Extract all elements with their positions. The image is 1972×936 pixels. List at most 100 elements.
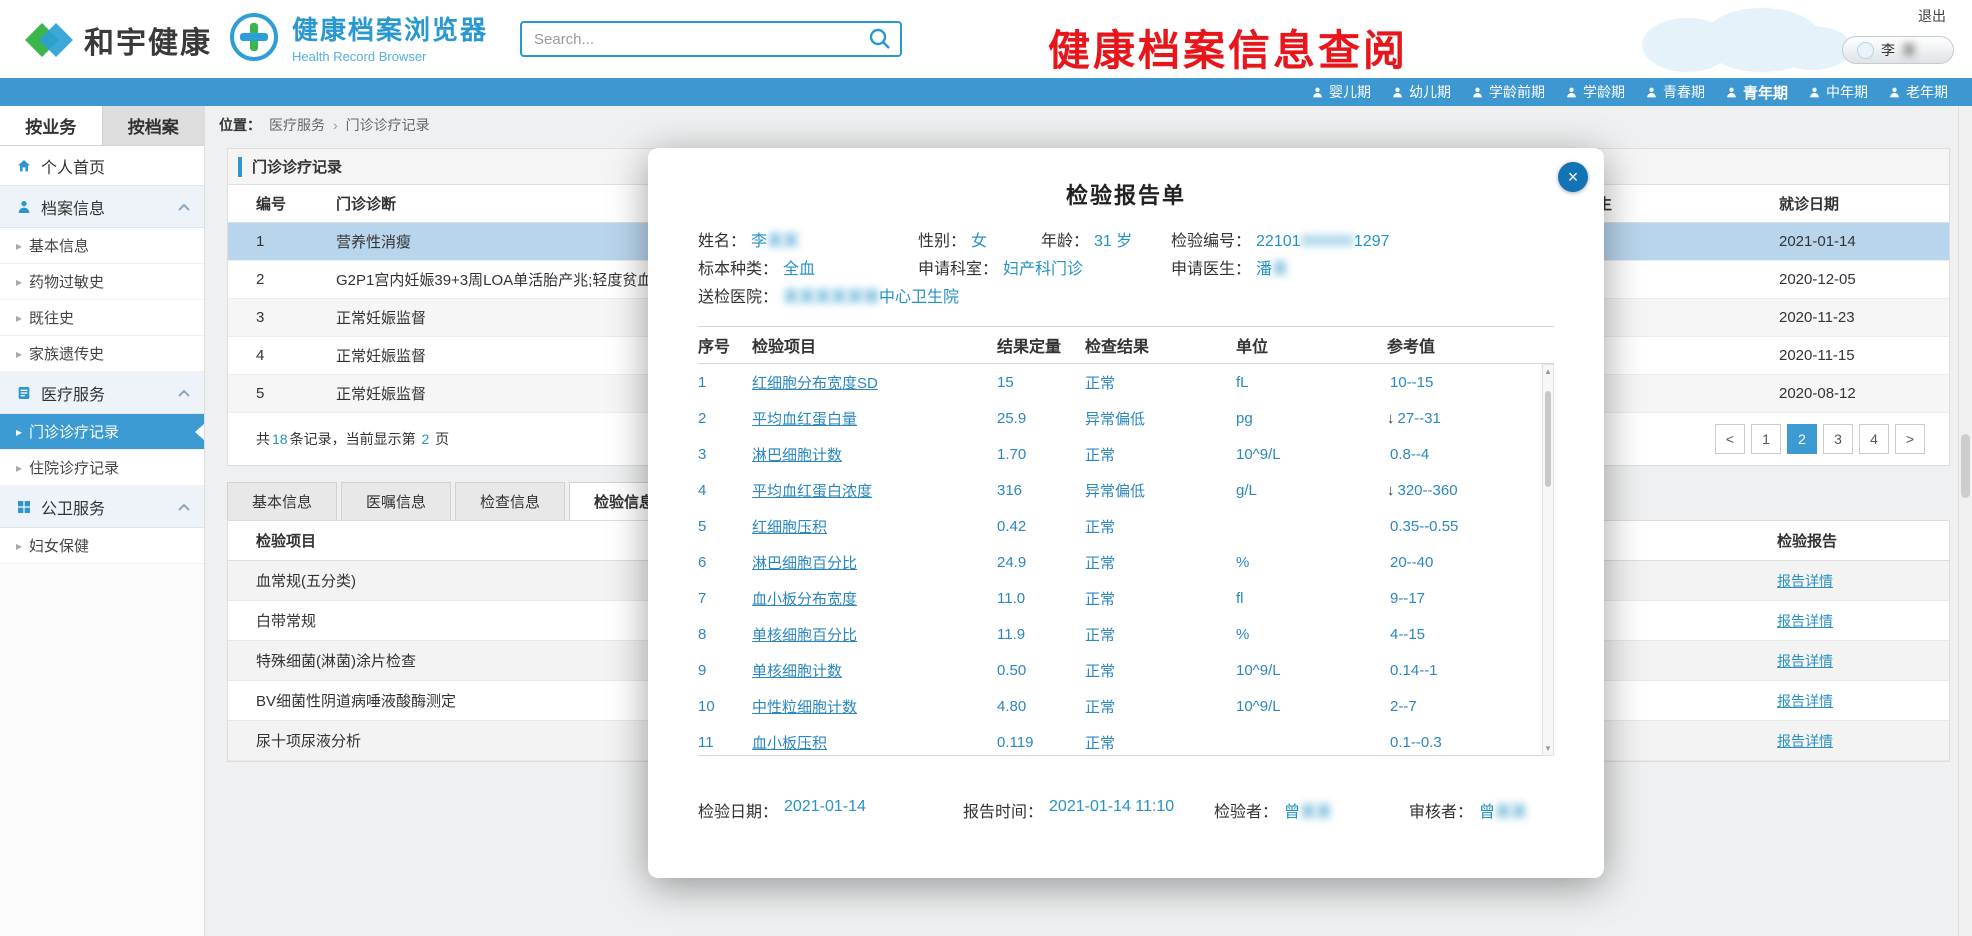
report-detail-link[interactable]: 报告详情 [1777,651,1949,671]
sidebar-group-public-health[interactable]: 公卫服务 [0,486,204,528]
tab-basic-info[interactable]: 基本信息 [227,482,337,520]
agebar-item-adolescent[interactable]: 青春期 [1645,82,1705,102]
sidebar-item-women-health[interactable]: 妇女保健 [0,528,204,564]
test-no: 22101 [1256,233,1301,250]
lab-result-row: 1 红细胞分布宽度SD 15 正常 fL 10--15 [698,364,1554,400]
result-seq: 6 [698,554,752,571]
search-icon[interactable] [868,27,892,51]
record-count-summary: 共18条记录，当前显示第 2 页 [256,429,449,449]
sidebar-group-archive-info[interactable]: 档案信息 [0,186,204,228]
sidebar-group-medical-service[interactable]: 医疗服务 [0,372,204,414]
scrollbar-thumb[interactable] [1961,434,1970,498]
result-item-link[interactable]: 血小板压积 [752,732,997,753]
result-item-link[interactable]: 平均血红蛋白量 [752,408,997,429]
agebar-item-youth[interactable]: 青年期 [1725,82,1788,103]
page-3-button[interactable]: 3 [1823,424,1853,454]
scroll-down-icon[interactable]: ▼ [1543,744,1553,753]
modal-scrollbar[interactable]: ▲ ▼ [1542,364,1554,756]
report-detail-link[interactable]: 报告详情 [1777,571,1949,591]
scroll-up-icon[interactable]: ▲ [1543,367,1553,376]
sidebar-item-outpatient-records[interactable]: 门诊诊疗记录 [0,414,204,450]
close-icon[interactable]: × [1558,162,1588,192]
page-prev-button[interactable]: < [1715,424,1745,454]
auditor-label: 审核者： [1409,798,1473,822]
scrollbar-thumb[interactable] [1545,391,1551,487]
lab-result-row: 7 血小板分布宽度 11.0 正常 fl 9--17 [698,580,1554,616]
search-input[interactable] [534,31,868,48]
agebar-item-school[interactable]: 学龄期 [1565,82,1625,102]
tester-name: 曾 [1284,804,1300,821]
grid-icon [16,499,32,515]
user-name-blurred: 某 [1902,40,1916,60]
result-unit: pg [1236,410,1387,427]
annotation-text: 健康档案信息查阅 [1048,17,1408,78]
result-item-link[interactable]: 淋巴细胞百分比 [752,552,997,573]
page-4-button[interactable]: 4 [1859,424,1889,454]
hospital-blurred: 某某某某某镇 [783,289,879,306]
result-reference: 4--15 [1390,626,1425,643]
result-unit: 10^9/L [1236,698,1387,715]
report-detail-link[interactable]: 报告详情 [1777,731,1949,751]
agebar-item-label: 婴儿期 [1329,82,1371,102]
sidebar-item-home[interactable]: 个人首页 [0,146,204,186]
sidebar-item-past-history[interactable]: 既往史 [0,300,204,336]
result-seq: 2 [698,410,752,427]
result-seq: 11 [698,734,752,751]
cloud-decoration [1622,4,1852,74]
result-item-link[interactable]: 淋巴细胞计数 [752,444,997,465]
result-item-link[interactable]: 单核细胞百分比 [752,624,997,645]
agebar-item-middleage[interactable]: 中年期 [1808,82,1868,102]
logout-link[interactable]: 退出 [1918,6,1946,26]
report-detail-link[interactable]: 报告详情 [1777,691,1949,711]
result-value: 4.80 [997,698,1085,715]
agebar-item-infant[interactable]: 婴儿期 [1311,82,1371,102]
search-box[interactable] [520,21,902,57]
sidebar-tab-by-business[interactable]: 按业务 [0,106,102,145]
result-item-link[interactable]: 红细胞分布宽度SD [752,372,997,393]
result-seq: 8 [698,626,752,643]
agebar-item-toddler[interactable]: 幼儿期 [1391,82,1451,102]
sidebar-item-family-history[interactable]: 家族遗传史 [0,336,204,372]
sidebar-item-inpatient-records[interactable]: 住院诊疗记录 [0,450,204,486]
result-seq: 7 [698,590,752,607]
report-detail-link[interactable]: 报告详情 [1777,611,1949,631]
person-icon [1888,86,1901,99]
user-menu[interactable]: 李 某 [1842,36,1954,64]
result-unit: % [1236,554,1387,571]
col-item: 检验项目 [752,333,997,357]
lab-results-body: 1 红细胞分布宽度SD 15 正常 fL 10--15 2 平均血红蛋白量 25… [698,364,1554,756]
result-item-link[interactable]: 中性粒细胞计数 [752,696,997,717]
sidebar-tab-by-archive[interactable]: 按档案 [102,106,205,145]
result-status: 正常 [1085,372,1236,393]
breadcrumb-level1[interactable]: 医疗服务 [269,115,325,135]
sidebar-item-drug-allergy[interactable]: 药物过敏史 [0,264,204,300]
page-1-button[interactable]: 1 [1751,424,1781,454]
page-scrollbar[interactable] [1958,106,1972,936]
page-2-button[interactable]: 2 [1787,424,1817,454]
sidebar-item-basic-info[interactable]: 基本信息 [0,228,204,264]
tab-exam-info[interactable]: 检查信息 [455,482,565,520]
person-icon [1311,86,1324,99]
agebar-item-preschool[interactable]: 学龄前期 [1471,82,1545,102]
request-doctor-blurred: 某 [1272,261,1288,278]
result-status: 异常偏低 [1085,480,1236,501]
result-item-link[interactable]: 平均血红蛋白浓度 [752,480,997,501]
result-item-link[interactable]: 血小板分布宽度 [752,588,997,609]
page-next-button[interactable]: > [1895,424,1925,454]
patient-info: 姓名：李某某 性别：女 年龄：31 岁 检验编号：221010000001297… [698,228,1554,312]
agebar-item-senior[interactable]: 老年期 [1888,82,1948,102]
result-unit: 10^9/L [1236,446,1387,463]
result-unit: 10^9/L [1236,662,1387,679]
lab-result-row: 10 中性粒细胞计数 4.80 正常 10^9/L 2--7 [698,688,1554,724]
col-value: 结果定量 [997,333,1085,357]
lab-result-row: 2 平均血红蛋白量 25.9 异常偏低 pg ↓27--31 [698,400,1554,436]
patient-age: 31 岁 [1094,228,1132,256]
result-item-link[interactable]: 单核细胞计数 [752,660,997,681]
specimen-type: 全血 [783,256,815,284]
dept-label: 申请科室： [918,256,998,284]
col-no: 编号 [256,193,336,214]
result-item-link[interactable]: 红细胞压积 [752,516,997,537]
tab-doctor-orders[interactable]: 医嘱信息 [341,482,451,520]
result-seq: 3 [698,446,752,463]
app-title-group: 健康档案浏览器 Health Record Browser [228,10,488,64]
